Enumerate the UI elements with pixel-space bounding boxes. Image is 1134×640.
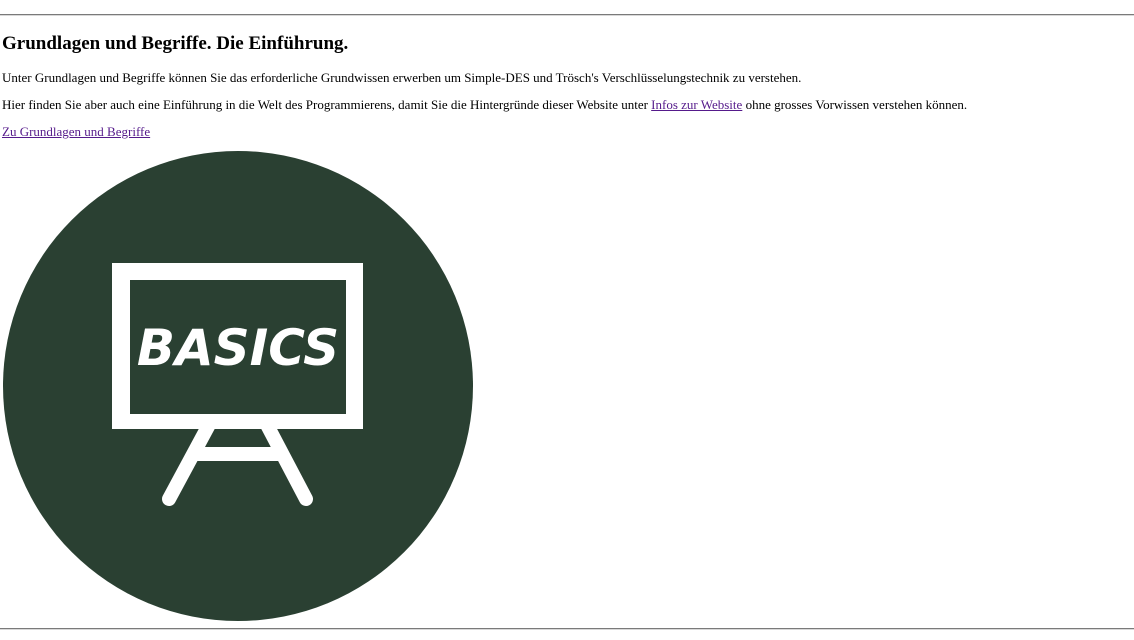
top-divider <box>0 14 1134 16</box>
info-text-after-link: ohne grosses Vorwissen verstehen können. <box>742 97 968 112</box>
intro-paragraph: Unter Grundlagen und Begriffe können Sie… <box>2 70 802 85</box>
logo-text: BASICS <box>137 319 339 377</box>
info-text-before-link: Hier finden Sie aber auch eine Einführun… <box>2 97 652 112</box>
page: Grundlagen und Begriffe. Die Einführung.… <box>0 0 1134 640</box>
main-link-paragraph: Zu Grundlagen und Begriffe <box>2 124 150 140</box>
info-paragraph: Hier finden Sie aber auch eine Einführun… <box>2 97 967 113</box>
page-title: Grundlagen und Begriffe. Die Einführung. <box>2 33 349 54</box>
bottom-divider <box>0 628 1134 630</box>
infos-zur-website-link[interactable]: Infos zur Website <box>651 97 742 112</box>
grundlagen-link[interactable]: Zu Grundlagen und Begriffe <box>2 124 150 139</box>
basics-blackboard-logo[interactable]: BASICS <box>2 151 474 621</box>
